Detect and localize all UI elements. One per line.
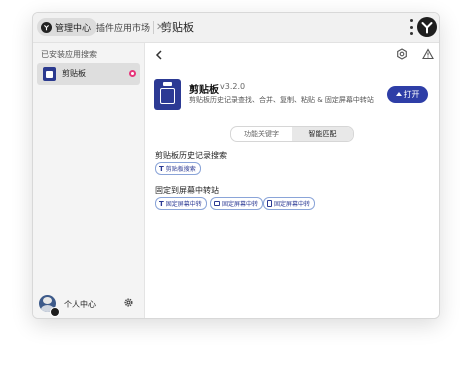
plugin-description: 剪贴板历史记录查找、合并、复制、粘贴 & 固定屏幕中转站 (189, 96, 374, 104)
sidebar-item-label: 剪贴板 (62, 69, 86, 78)
gear-icon[interactable] (123, 297, 134, 308)
section-title-history: 剪贴板历史记录搜索 (155, 151, 227, 160)
sidebar-item-clipboard[interactable]: 剪贴板 (37, 63, 140, 85)
warning-icon[interactable] (422, 48, 434, 60)
sidebar: 已安装应用搜索 剪贴板 个人中心 (33, 43, 145, 318)
chip-clipboard-search[interactable]: T 剪贴板搜索 (155, 162, 201, 175)
avatar-badge-icon (50, 307, 60, 317)
open-button-label: 打开 (403, 90, 420, 99)
personal-center-label[interactable]: 个人中心 (64, 299, 96, 310)
chip-pin-image[interactable]: 固定屏幕中转 (210, 197, 264, 210)
clipboard-icon (43, 67, 56, 81)
clipboard-logo-icon (154, 79, 181, 110)
status-dot-icon (129, 70, 136, 77)
sidebar-heading[interactable]: 已安装应用搜索 (41, 49, 97, 60)
image-icon (214, 201, 220, 206)
title-bar: 管理中心 插件应用市场 ✕ 剪贴板 (33, 13, 439, 43)
tab-divider (153, 21, 154, 34)
app-logo-icon[interactable] (417, 17, 437, 37)
window-title: 剪贴板 (161, 21, 194, 34)
chip-pin-file[interactable]: 固定屏幕中转 (263, 197, 316, 210)
upload-icon (395, 91, 402, 96)
feature-segmented-control: 功能关键字 智能匹配 (230, 126, 354, 142)
chip-label: 固定屏幕中转 (274, 201, 311, 208)
plugin-version: v3.2.0 (220, 82, 246, 91)
text-icon: T (159, 164, 164, 173)
text-icon: T (159, 199, 164, 208)
chip-pin-text[interactable]: T 固定屏幕中转 (155, 197, 207, 210)
tab-keywords[interactable]: 功能关键字 (231, 127, 292, 141)
file-icon (267, 200, 272, 207)
tab-market-label: 插件应用市场 (96, 23, 151, 34)
tab-manage-center[interactable]: 管理中心 (37, 18, 98, 36)
more-menu-icon[interactable] (409, 19, 413, 35)
chip-label: 剪贴板搜索 (165, 166, 196, 173)
plugin-name: 剪贴板 (189, 85, 219, 96)
app-window: 管理中心 插件应用市场 ✕ 剪贴板 已安装应用搜索 剪贴板 个人中心 剪贴板 v… (32, 12, 440, 319)
plugin-header: 剪贴板 v3.2.0 剪贴板历史记录查找、合并、复制、粘贴 & 固定屏幕中转站 … (154, 79, 434, 113)
section-title-pin: 固定到屏幕中转站 (155, 186, 219, 195)
tab-manage-label: 管理中心 (55, 23, 92, 34)
back-arrow-icon[interactable] (153, 49, 165, 61)
app-logo-small-icon (41, 21, 52, 33)
settings-icon[interactable] (396, 48, 408, 60)
main-panel: 剪贴板 v3.2.0 剪贴板历史记录查找、合并、复制、粘贴 & 固定屏幕中转站 … (145, 43, 439, 318)
tab-smart-match[interactable]: 智能匹配 (292, 127, 353, 141)
chip-label: 固定屏幕中转 (222, 201, 259, 208)
tab-plugin-market[interactable]: 插件应用市场 ✕ (96, 18, 164, 36)
sidebar-footer: 个人中心 (33, 293, 144, 318)
open-button[interactable]: 打开 (387, 86, 428, 103)
chip-label: 固定屏幕中转 (165, 201, 202, 208)
